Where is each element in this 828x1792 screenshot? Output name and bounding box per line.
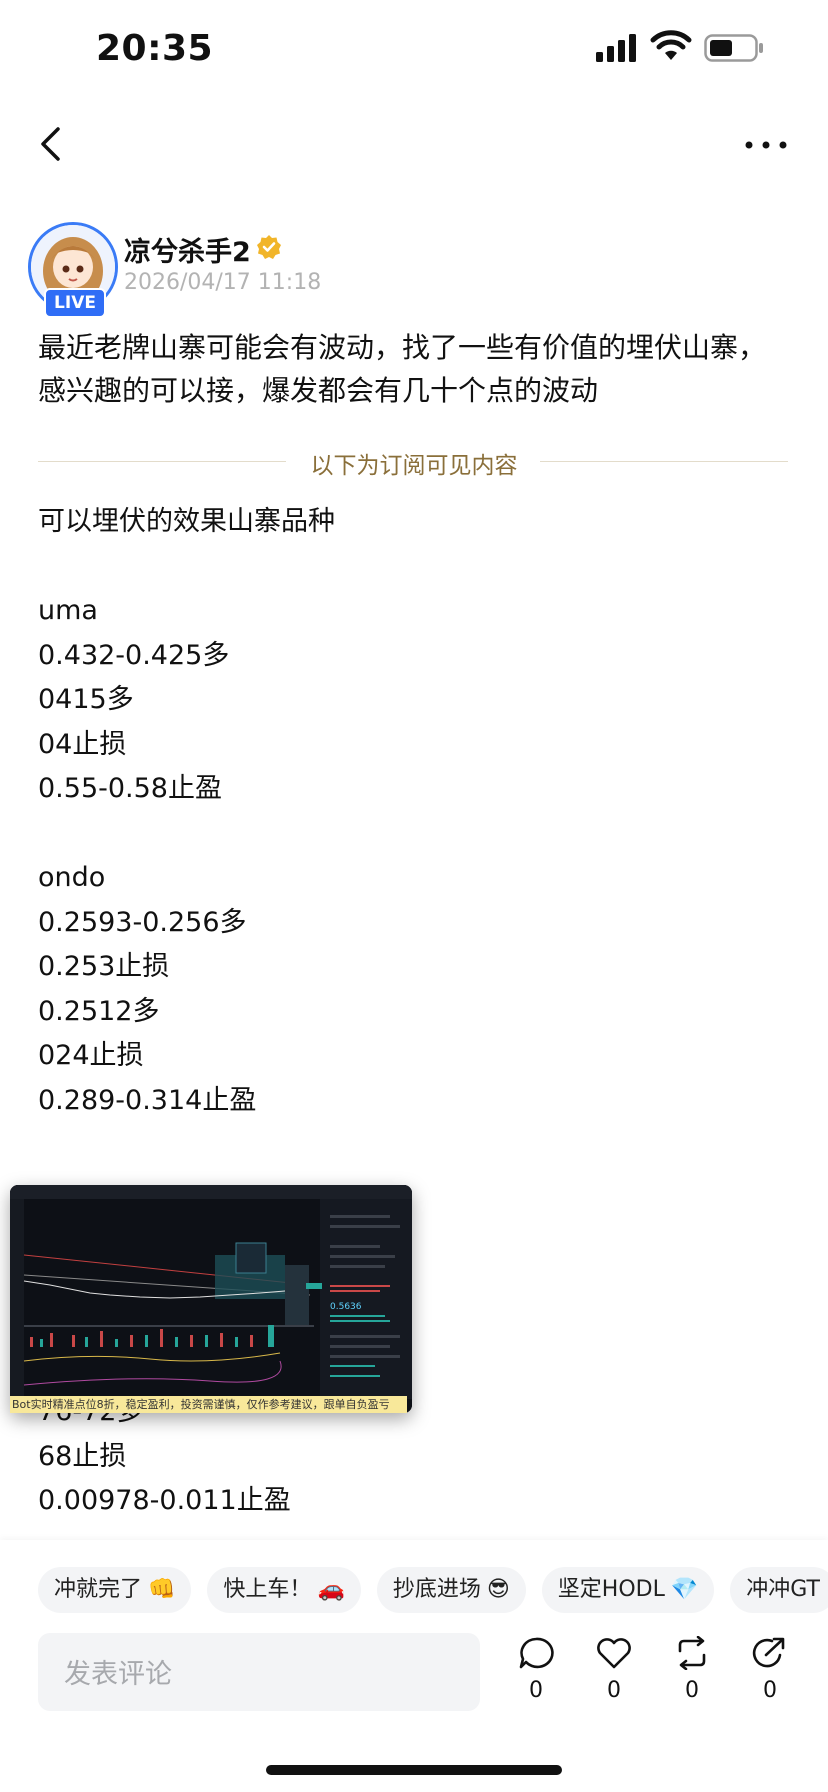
body-line: 0.253止损	[38, 951, 170, 982]
home-indicator	[266, 1765, 562, 1775]
chip-label: 抄底进场	[392, 1577, 481, 1602]
body-line	[38, 812, 335, 857]
quick-reaction-chip[interactable]: 坚定HODL 💎	[541, 1567, 715, 1613]
post-intro-text: 最近老牌山寨可能会有波动，找了一些有价值的埋伏山寨，感兴趣的可以接，爆发都会有几…	[38, 331, 767, 407]
author-name[interactable]: 凉兮杀手2	[124, 230, 251, 269]
comment-count: 0	[529, 1678, 543, 1703]
live-badge[interactable]: LIVE	[44, 288, 106, 318]
chart-screenshot-thumbnail[interactable]: 0.5636	[10, 1185, 412, 1413]
chart-caption-banner: Bot实时精准点位8折，稳定盈利，投资需谨慎，仅作参考建议，跟单自负盈亏	[10, 1396, 407, 1413]
repost-count: 0	[685, 1678, 699, 1703]
body-line	[38, 545, 335, 590]
more-options-icon[interactable]	[744, 140, 788, 150]
sunglasses-emoji-icon: 😎	[486, 1577, 510, 1602]
share-button[interactable]: 0	[740, 1636, 800, 1703]
wifi-icon	[650, 30, 692, 60]
chip-label: 冲就完了	[54, 1577, 143, 1602]
body-line: 0.432-0.425多	[38, 639, 230, 671]
chart-price-label: 0.5636	[330, 1302, 362, 1312]
body-line	[38, 1123, 335, 1168]
diamond-emoji-icon: 💎	[670, 1577, 699, 1602]
like-count: 0	[607, 1678, 621, 1703]
quick-reaction-chip[interactable]: 冲冲GT	[730, 1567, 828, 1613]
body-line: ondo	[38, 862, 106, 893]
body-line: 0.55-0.58止盈	[38, 773, 222, 804]
body-line: 04止损	[38, 728, 127, 760]
cellular-signal-icon	[596, 34, 636, 62]
repost-icon	[678, 1636, 706, 1670]
body-line: 024止损	[38, 1040, 144, 1071]
body-line: 0.2512多	[38, 995, 160, 1027]
like-button[interactable]: 0	[584, 1636, 644, 1703]
status-time: 20:35	[96, 28, 214, 69]
body-line: 68止损	[38, 1440, 127, 1472]
comment-button[interactable]: 0	[506, 1636, 566, 1703]
trading-chart-image: 0.5636	[10, 1185, 412, 1413]
quick-reaction-chip[interactable]: 冲就完了 👊	[38, 1567, 192, 1613]
comment-bubble-icon	[519, 1637, 554, 1669]
fist-emoji-icon: 👊	[148, 1577, 176, 1602]
share-count: 0	[763, 1678, 777, 1703]
heart-icon	[597, 1638, 631, 1669]
repost-button[interactable]: 0	[662, 1636, 722, 1703]
share-icon	[752, 1637, 785, 1668]
divider-line-right	[540, 461, 788, 462]
body-line: 0415多	[38, 684, 134, 715]
quick-reaction-chip[interactable]: 快上车！ 🚗	[207, 1567, 361, 1613]
chip-label: 快上车！	[223, 1577, 312, 1602]
back-arrow-icon[interactable]	[36, 126, 66, 162]
body-line: 0.289-0.314止盈	[38, 1084, 257, 1116]
body-line: 0.00978-0.011止盈	[38, 1485, 291, 1516]
quick-reaction-chip[interactable]: 抄底进场 😎	[376, 1567, 526, 1613]
battery-icon	[704, 34, 763, 62]
body-line: uma	[38, 595, 98, 626]
body-line: 可以埋伏的效果山寨品种	[38, 506, 335, 537]
chip-label: 坚定HODL	[557, 1577, 665, 1602]
subscriber-content-divider: 以下为订阅可见内容	[310, 453, 518, 479]
body-line: 0.2593-0.256多	[38, 906, 247, 938]
chip-label: 冲冲GT	[746, 1577, 820, 1602]
post-datetime: 2026/04/17 11:18	[124, 270, 322, 295]
comment-placeholder: 发表评论	[64, 1659, 172, 1690]
car-emoji-icon: 🚗	[317, 1577, 345, 1602]
verified-badge-icon	[257, 235, 281, 259]
quick-reaction-chips: 冲就完了 👊 快上车！ 🚗 抄底进场 😎 坚定HODL 💎 冲冲GT	[38, 1567, 828, 1613]
